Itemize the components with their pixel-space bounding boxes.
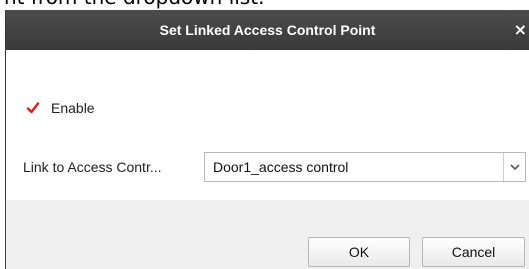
chevron-down-icon[interactable] bbox=[508, 162, 522, 172]
enable-row: Enable bbox=[26, 98, 95, 118]
link-to-access-control-label: Link to Access Contr... bbox=[23, 159, 162, 175]
dialog-footer: OK Cancel bbox=[6, 200, 529, 269]
select-value: Door1_access control bbox=[213, 159, 349, 175]
close-icon[interactable]: × bbox=[514, 10, 527, 50]
set-linked-access-control-point-dialog: Set Linked Access Control Point × Enable… bbox=[5, 10, 529, 269]
cancel-button[interactable]: Cancel bbox=[422, 237, 525, 267]
enable-label: Enable bbox=[51, 100, 95, 116]
access-control-point-select[interactable]: Door1_access control bbox=[204, 152, 526, 182]
link-to-access-control-row: Link to Access Contr... Door1_access con… bbox=[23, 152, 526, 182]
select-divider bbox=[503, 153, 504, 181]
dialog-title: Set Linked Access Control Point bbox=[159, 22, 376, 38]
dialog-titlebar: Set Linked Access Control Point × bbox=[6, 10, 529, 50]
caption-strip: nt from the dropdown list. bbox=[0, 0, 529, 10]
enable-checkbox[interactable] bbox=[26, 101, 40, 115]
dialog-content: Enable Link to Access Contr... Door1_acc… bbox=[6, 50, 529, 200]
caption-text: nt from the dropdown list. bbox=[4, 0, 264, 8]
checkmark-icon bbox=[26, 101, 40, 115]
ok-button[interactable]: OK bbox=[308, 237, 410, 267]
